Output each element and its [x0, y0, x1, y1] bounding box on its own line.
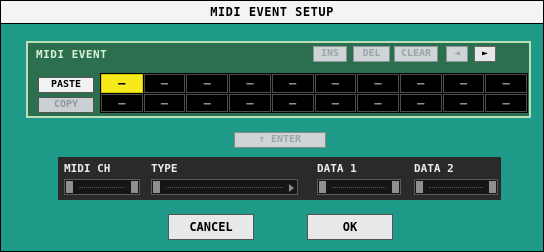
data1-label: DATA 1: [317, 162, 357, 175]
event-cell[interactable]: —: [442, 93, 485, 112]
type-field[interactable]: [151, 179, 298, 195]
del-button[interactable]: DEL: [353, 46, 390, 62]
event-cell[interactable]: —: [143, 93, 186, 112]
event-cell[interactable]: —: [101, 74, 143, 93]
copy-button[interactable]: COPY: [38, 97, 94, 113]
event-cell[interactable]: —: [442, 74, 485, 93]
event-cell[interactable]: —: [271, 93, 314, 112]
clear-button[interactable]: CLEAR: [394, 46, 438, 62]
event-cell[interactable]: —: [399, 74, 442, 93]
event-cell[interactable]: —: [314, 93, 357, 112]
event-cell[interactable]: —: [485, 93, 527, 112]
data1-field[interactable]: [317, 179, 401, 195]
event-data-panel: MIDI CH TYPE DATA 1 DATA 2: [58, 157, 501, 200]
data2-field[interactable]: [414, 179, 498, 195]
data2-label: DATA 2: [414, 162, 454, 175]
ins-button[interactable]: INS: [313, 46, 347, 62]
event-cell[interactable]: —: [229, 74, 271, 93]
event-cell[interactable]: —: [229, 93, 271, 112]
event-cell[interactable]: —: [143, 74, 186, 93]
event-cell[interactable]: —: [101, 93, 143, 112]
event-cell[interactable]: —: [357, 74, 399, 93]
event-cell[interactable]: —: [399, 93, 442, 112]
arrow-right-icon: ►: [481, 48, 489, 59]
arrow-left-icon: ◄: [453, 48, 461, 59]
midi-ch-field[interactable]: [64, 179, 140, 195]
event-cell[interactable]: —: [271, 74, 314, 93]
event-cell[interactable]: —: [314, 74, 357, 93]
ok-button[interactable]: OK: [307, 214, 393, 240]
midi-event-setup-dialog: MIDI EVENT SETUP MIDI EVENT INS DEL CLEA…: [0, 0, 544, 252]
event-cell[interactable]: —: [485, 74, 527, 93]
prev-arrow-button[interactable]: ◄: [446, 46, 468, 62]
cancel-button[interactable]: CANCEL: [168, 214, 254, 240]
event-cell[interactable]: —: [186, 74, 229, 93]
enter-button[interactable]: ↑ ENTER: [234, 132, 326, 148]
midi-event-grid: — — — — — — — — — — — — — — — — — — — —: [100, 73, 528, 113]
event-cell[interactable]: —: [186, 93, 229, 112]
midi-ch-label: MIDI CH: [64, 162, 111, 175]
next-arrow-button[interactable]: ►: [474, 46, 496, 62]
paste-button[interactable]: PASTE: [38, 77, 94, 93]
midi-event-panel: MIDI EVENT INS DEL CLEAR ◄ ► PASTE COPY …: [26, 41, 531, 118]
midi-event-label: MIDI EVENT: [36, 48, 108, 61]
dialog-title: MIDI EVENT SETUP: [1, 1, 543, 24]
event-cell[interactable]: —: [357, 93, 399, 112]
type-label: TYPE: [151, 162, 178, 175]
chevron-right-icon: [289, 184, 294, 192]
